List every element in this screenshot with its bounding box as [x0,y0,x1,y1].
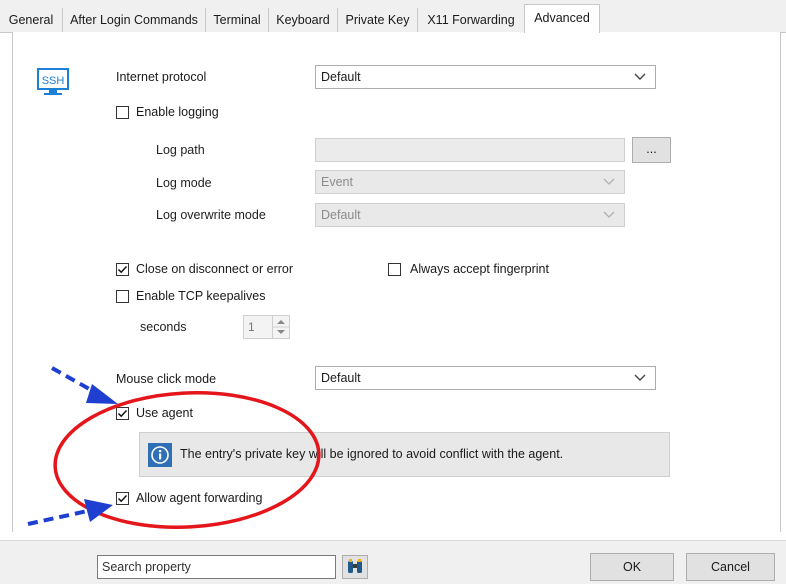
check-icon [117,494,128,503]
search-property-input[interactable] [97,555,336,579]
mouse-click-mode-value: Default [321,371,361,385]
enable-logging-checkbox[interactable] [116,106,129,119]
always-accept-fingerprint-label: Always accept fingerprint [410,262,549,276]
log-mode-select[interactable]: Event [315,170,625,194]
log-overwrite-mode-value: Default [321,208,361,222]
log-overwrite-mode-select[interactable]: Default [315,203,625,227]
use-agent-label: Use agent [136,406,193,420]
tab-terminal[interactable]: Terminal [206,8,269,32]
ssh-icon-label: SSH [42,75,65,87]
close-on-disconnect-checkbox[interactable] [116,263,129,276]
enable-tcp-keepalives-checkbox[interactable] [116,290,129,303]
tab-general[interactable]: General [0,8,63,32]
log-path-browse-button[interactable]: ... [632,137,671,163]
seconds-label: seconds [140,320,187,334]
seconds-stepper[interactable]: 1 [243,315,290,339]
tab-x11-forwarding[interactable]: X11 Forwarding [418,8,525,32]
tab-advanced[interactable]: Advanced [524,4,600,33]
seconds-value: 1 [248,320,255,334]
log-mode-label: Log mode [156,176,212,190]
enable-logging-label: Enable logging [136,105,219,119]
mouse-click-mode-select[interactable]: Default [315,366,656,390]
binoculars-icon [348,559,362,573]
check-icon [117,265,128,274]
cancel-button[interactable]: Cancel [686,553,775,581]
tab-private-key[interactable]: Private Key [338,8,418,32]
agent-info-message: The entry's private key will be ignored … [139,432,670,477]
chevron-down-icon [633,66,647,88]
ok-button[interactable]: OK [590,553,674,581]
tab-label: General [8,13,54,27]
tab-keyboard[interactable]: Keyboard [269,8,338,32]
chevron-down-icon [633,367,647,389]
stepper-arrows-icon[interactable] [272,316,289,338]
close-on-disconnect-label: Close on disconnect or error [136,262,294,276]
info-text: The entry's private key will be ignored … [180,447,564,461]
internet-protocol-label: Internet protocol [116,70,207,84]
find-button[interactable] [342,555,368,579]
tab-label: Keyboard [276,13,330,27]
tab-strip: General After Login Commands Terminal Ke… [0,0,786,33]
ssh-icon: SSH [36,68,72,98]
always-accept-fingerprint-checkbox[interactable] [388,263,401,276]
chevron-down-icon [602,171,616,193]
tab-after-login-commands[interactable]: After Login Commands [63,8,206,32]
tab-label: Advanced [534,11,590,25]
log-overwrite-mode-label: Log overwrite mode [156,208,266,222]
info-icon [148,443,172,467]
mouse-click-mode-label: Mouse click mode [116,372,217,386]
allow-agent-forwarding-label: Allow agent forwarding [136,491,263,505]
use-agent-checkbox[interactable] [116,407,129,420]
chevron-down-icon [602,204,616,226]
log-path-label: Log path [156,143,205,157]
internet-protocol-value: Default [321,70,361,84]
tab-label: Private Key [345,13,410,27]
internet-protocol-select[interactable]: Default [315,65,656,89]
check-icon [117,409,128,418]
tab-label: After Login Commands [70,13,198,27]
allow-agent-forwarding-checkbox[interactable] [116,492,129,505]
tab-label: X11 Forwarding [427,13,515,27]
log-mode-value: Event [321,175,353,189]
enable-tcp-keepalives-label: Enable TCP keepalives [136,289,266,303]
log-path-input[interactable] [315,138,625,162]
tab-label: Terminal [213,13,261,27]
